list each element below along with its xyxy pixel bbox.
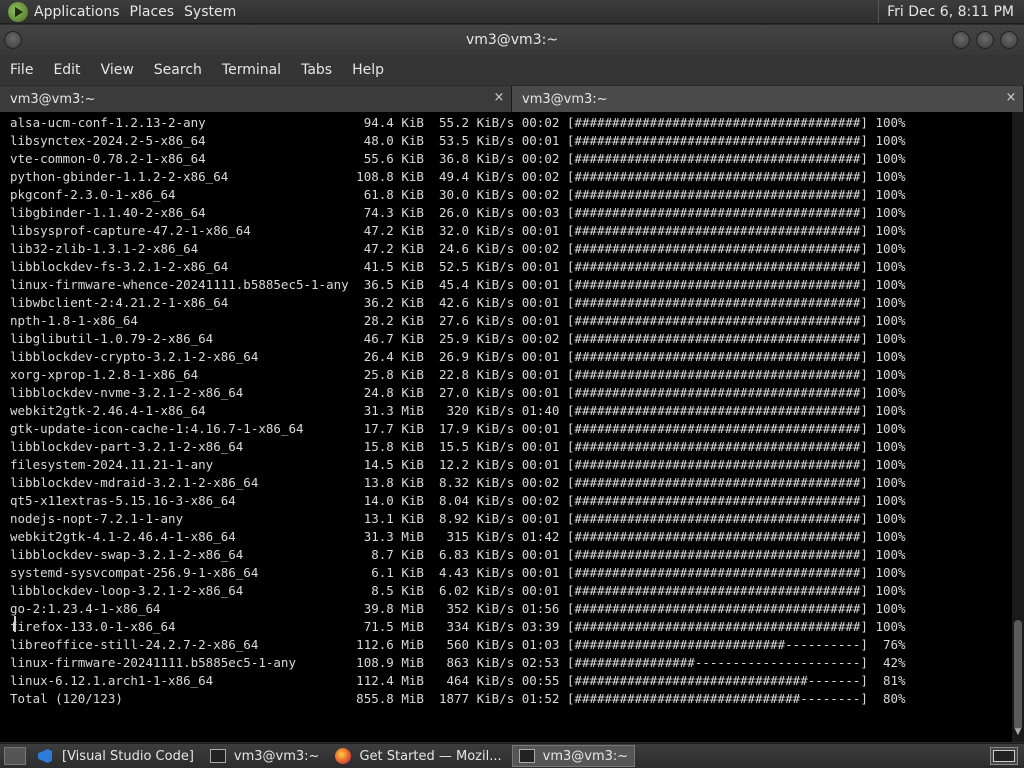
taskbar-item-terminal-2[interactable]: vm3@vm3:~ — [511, 745, 636, 767]
terminal-line: libblockdev-mdraid-3.2.1-2-x86_64 13.8 K… — [10, 475, 906, 490]
distro-logo-icon[interactable] — [8, 1, 28, 22]
terminal-line: webkit2gtk-2.46.4-1-x86_64 31.3 MiB 320 … — [10, 403, 906, 418]
tab-close-icon[interactable]: × — [491, 90, 507, 106]
terminal-line: npth-1.8-1-x86_64 28.2 KiB 27.6 KiB/s 00… — [10, 313, 906, 328]
applications-menu[interactable]: Applications — [34, 4, 130, 20]
window-title-bar[interactable]: vm3@vm3:~ — [0, 25, 1024, 55]
terminal-line: libreoffice-still-24.2.7-2-x86_64 112.6 … — [10, 637, 906, 652]
system-menu[interactable]: System — [184, 4, 246, 20]
menu-search[interactable]: Search — [144, 62, 212, 78]
taskbar-item-label: vm3@vm3:~ — [542, 748, 629, 764]
terminal-lines: alsa-ucm-conf-1.2.13-2-any 94.4 KiB 55.2… — [10, 114, 906, 708]
tab-label: vm3@vm3:~ — [522, 91, 608, 107]
taskbar-item-label: Get Started — Mozil... — [359, 748, 502, 764]
terminal-line: firefox-133.0-1-x86_64 71.5 MiB 334 KiB/… — [10, 619, 906, 634]
tab-terminal-1[interactable]: vm3@vm3:~ × — [0, 86, 512, 112]
terminal-icon — [518, 749, 535, 763]
terminal-line: libwbclient-2:4.21.2-1-x86_64 36.2 KiB 4… — [10, 295, 906, 310]
terminal-line: lib32-zlib-1.3.1-2-x86_64 47.2 KiB 24.6 … — [10, 241, 906, 256]
maximize-button[interactable] — [976, 31, 994, 49]
terminal-line: libblockdev-fs-3.2.1-2-x86_64 41.5 KiB 5… — [10, 259, 906, 274]
terminal-line: libblockdev-nvme-3.2.1-2-x86_64 24.8 KiB… — [10, 385, 906, 400]
terminal-line: linux-6.12.1.arch1-1-x86_64 112.4 MiB 46… — [10, 673, 906, 688]
terminal-line: python-gbinder-1.1.2-2-x86_64 108.8 KiB … — [10, 169, 906, 184]
terminal-line: alsa-ucm-conf-1.2.13-2-any 94.4 KiB 55.2… — [10, 115, 906, 130]
window-menu-button[interactable] — [4, 31, 22, 49]
tab-terminal-2[interactable]: vm3@vm3:~ × — [512, 86, 1024, 112]
menu-tabs[interactable]: Tabs — [291, 62, 342, 78]
vscode-icon — [38, 749, 52, 763]
close-window-button[interactable] — [1000, 31, 1018, 49]
terminal-line: qt5-x11extras-5.15.16-3-x86_64 14.0 KiB … — [10, 493, 906, 508]
scrollbar-thumb[interactable] — [1014, 620, 1022, 730]
terminal-line: webkit2gtk-4.1-2.46.4-1-x86_64 31.3 MiB … — [10, 529, 906, 544]
terminal-line: nodejs-nopt-7.2.1-1-any 13.1 KiB 8.92 Ki… — [10, 511, 906, 526]
terminal-line: libblockdev-part-3.2.1-2-x86_64 15.8 KiB… — [10, 439, 906, 454]
terminal-line: gtk-update-icon-cache-1:4.16.7-1-x86_64 … — [10, 421, 906, 436]
menu-file[interactable]: File — [0, 62, 43, 78]
terminal-line: Total (120/123) 855.8 MiB 1877 KiB/s 01:… — [10, 691, 906, 706]
tab-label: vm3@vm3:~ — [10, 91, 96, 107]
terminal-line: libblockdev-swap-3.2.1-2-x86_64 8.7 KiB … — [10, 547, 906, 562]
taskbar-item-terminal-1[interactable]: vm3@vm3:~ — [204, 745, 326, 767]
terminal-line: pkgconf-2.3.0-1-x86_64 61.8 KiB 30.0 KiB… — [10, 187, 906, 202]
terminal-scrollbar[interactable]: ▼ — [1012, 112, 1024, 742]
terminal-line: systemd-sysvcompat-256.9-1-x86_64 6.1 Ki… — [10, 565, 906, 580]
terminal-line: vte-common-0.78.2-1-x86_64 55.6 KiB 36.8… — [10, 151, 906, 166]
terminal-line: libblockdev-loop-3.2.1-2-x86_64 8.5 KiB … — [10, 583, 906, 598]
terminal-line: libgbinder-1.1.40-2-x86_64 74.3 KiB 26.0… — [10, 205, 906, 220]
terminal-line: libglibutil-1.0.79-2-x86_64 46.7 KiB 25.… — [10, 331, 906, 346]
top-panel: Applications Places System Fri Dec 6, 8:… — [0, 0, 1024, 24]
terminal-line: linux-firmware-20241111.b5885ec5-1-any 1… — [10, 655, 906, 670]
menu-edit[interactable]: Edit — [43, 62, 90, 78]
clock[interactable]: Fri Dec 6, 8:11 PM — [878, 0, 1024, 23]
taskbar-item-label: [Visual Studio Code] — [62, 748, 194, 764]
menu-help[interactable]: Help — [342, 62, 394, 78]
window-title: vm3@vm3:~ — [465, 32, 559, 48]
terminal-line: filesystem-2024.11.21-1-any 14.5 KiB 12.… — [10, 457, 906, 472]
terminal-output[interactable]: alsa-ucm-conf-1.2.13-2-any 94.4 KiB 55.2… — [0, 112, 1012, 742]
places-menu[interactable]: Places — [130, 4, 185, 20]
menu-bar: File Edit View Search Terminal Tabs Help — [0, 55, 1024, 85]
taskbar: [Visual Studio Code] vm3@vm3:~ Get Start… — [0, 743, 1024, 768]
tab-close-icon[interactable]: × — [1003, 90, 1019, 106]
workspace-switcher[interactable] — [990, 747, 1018, 765]
firefox-icon — [335, 748, 352, 764]
terminal-line: libblockdev-crypto-3.2.1-2-x86_64 26.4 K… — [10, 349, 906, 364]
terminal-line: libsysprof-capture-47.2-1-x86_64 47.2 Ki… — [10, 223, 906, 238]
menu-terminal[interactable]: Terminal — [212, 62, 291, 78]
scroll-down-arrow-icon[interactable]: ▼ — [1012, 726, 1024, 738]
taskbar-item-vscode[interactable]: [Visual Studio Code] — [32, 745, 200, 767]
tab-bar: vm3@vm3:~ × vm3@vm3:~ × — [0, 86, 1024, 112]
menu-view[interactable]: View — [91, 62, 144, 78]
terminal-icon — [209, 749, 226, 763]
minimize-button[interactable] — [952, 31, 970, 49]
taskbar-item-firefox[interactable]: Get Started — Mozil... — [329, 745, 507, 767]
mouse-text-cursor-icon — [14, 616, 16, 632]
show-desktop-icon[interactable] — [4, 747, 26, 765]
terminal-line: go-2:1.23.4-1-x86_64 39.8 MiB 352 KiB/s … — [10, 601, 906, 616]
taskbar-item-label: vm3@vm3:~ — [233, 748, 320, 764]
workspace-thumbnail — [993, 750, 1015, 762]
terminal-line: libsynctex-2024.2-5-x86_64 48.0 KiB 53.5… — [10, 133, 906, 148]
terminal-line: linux-firmware-whence-20241111.b5885ec5-… — [10, 277, 906, 292]
terminal-line: xorg-xprop-1.2.8-1-x86_64 25.8 KiB 22.8 … — [10, 367, 906, 382]
